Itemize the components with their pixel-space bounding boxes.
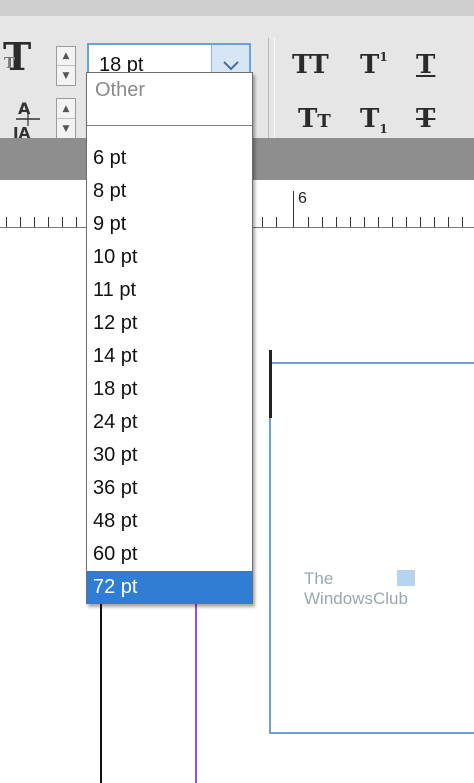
list-item[interactable]: 30 pt (87, 439, 252, 472)
font-size-dropdown-list[interactable]: Other 6 pt 8 pt 9 pt 10 pt 11 pt 12 pt 1… (86, 72, 253, 604)
subscript-icon[interactable]: T1 (360, 104, 388, 136)
list-item[interactable]: 6 pt (87, 142, 252, 175)
chevron-down-icon (222, 60, 239, 70)
text-frame[interactable] (269, 362, 474, 734)
toolbar-separator (274, 38, 275, 144)
toolbar-separator (268, 38, 269, 144)
list-item[interactable]: 11 pt (87, 274, 252, 307)
underline-icon[interactable]: T (416, 50, 435, 80)
list-item[interactable]: 36 pt (87, 472, 252, 505)
text-cursor (269, 350, 272, 418)
ruler-label: 6 (298, 190, 307, 207)
list-item[interactable]: 8 pt (87, 175, 252, 208)
small-caps-icon[interactable]: TT (298, 104, 331, 134)
watermark-logo-icon (397, 570, 415, 586)
list-item[interactable]: 10 pt (87, 241, 252, 274)
list-item[interactable]: 24 pt (87, 406, 252, 439)
list-item[interactable]: 9 pt (87, 208, 252, 241)
svg-text:A: A (18, 99, 31, 118)
list-item[interactable]: 14 pt (87, 340, 252, 373)
leading-stepper[interactable]: ▲ ▼ (56, 98, 76, 140)
list-item-highlighted[interactable]: 72 pt (87, 571, 252, 604)
watermark: The WindowsClub (304, 569, 408, 608)
leading-icon: A IA (10, 96, 46, 142)
all-caps-icon[interactable]: TT (292, 50, 329, 80)
list-item[interactable]: 12 pt (87, 307, 252, 340)
strikethrough-icon[interactable]: T (416, 104, 435, 134)
size-options-list: 6 pt 8 pt 9 pt 10 pt 11 pt 12 pt 14 pt 1… (87, 142, 252, 604)
list-item[interactable]: 18 pt (87, 373, 252, 406)
list-item[interactable]: 60 pt (87, 538, 252, 571)
list-item[interactable]: 48 pt (87, 505, 252, 538)
font-size-stepper[interactable]: ▲ ▼ (56, 46, 76, 86)
margin-guide (195, 600, 197, 783)
font-size-small-glyph-icon: T (4, 54, 16, 72)
other-option[interactable]: Other (87, 73, 252, 126)
superscript-icon[interactable]: T1 (360, 50, 388, 80)
